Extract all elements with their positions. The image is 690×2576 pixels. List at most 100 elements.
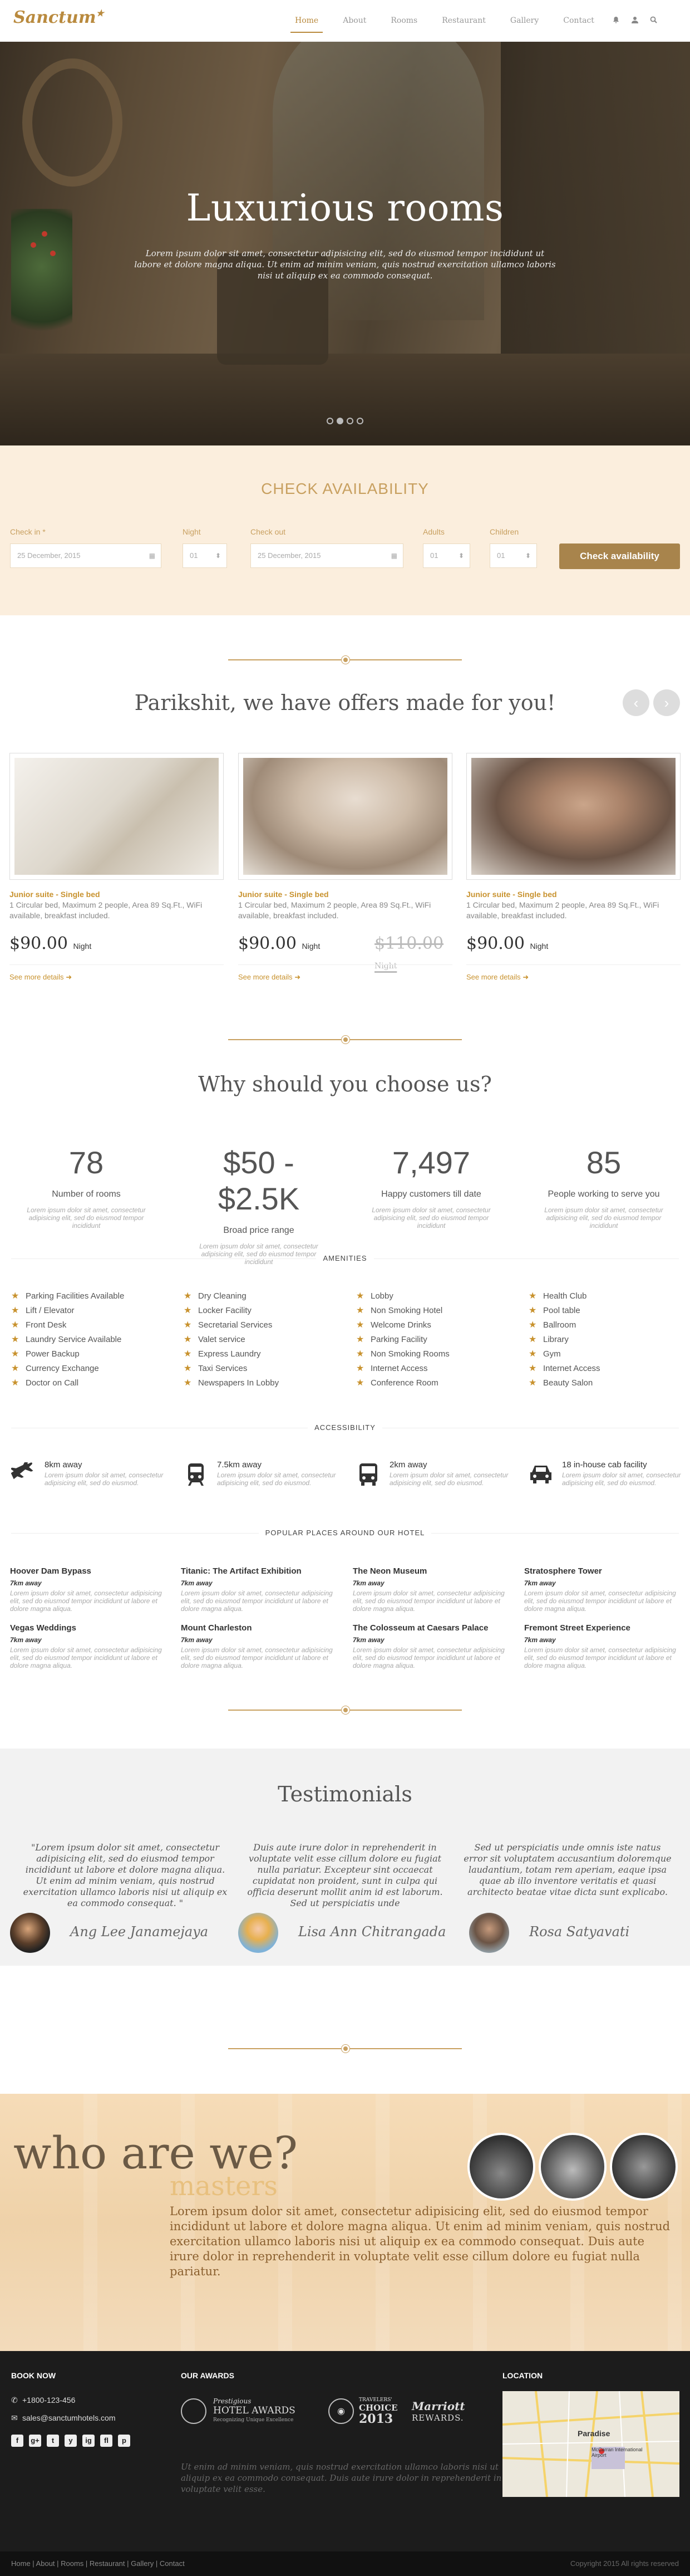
- offers-next-button[interactable]: ›: [653, 689, 680, 716]
- nav-restaurant[interactable]: Restaurant: [430, 0, 498, 42]
- place-text: Lorem ipsum dolor sit amet, consectetur …: [353, 1646, 505, 1669]
- nav-rooms[interactable]: Rooms: [378, 0, 430, 42]
- see-more-text[interactable]: See more details: [238, 973, 293, 981]
- search-icon[interactable]: [644, 0, 663, 42]
- phone-line[interactable]: ✆ +1800-123-456: [11, 2396, 75, 2405]
- car-icon: [529, 1462, 553, 1485]
- slider-dot[interactable]: [347, 418, 353, 424]
- bell-icon[interactable]: [607, 0, 625, 42]
- checkout-label: Check out: [250, 527, 286, 536]
- amenity-item: Front Desk: [11, 1318, 161, 1333]
- place-title: Titanic: The Artifact Exhibition: [181, 1566, 302, 1576]
- amenity-item: Valet service: [184, 1333, 334, 1347]
- slider-dot[interactable]: [327, 418, 333, 424]
- room-image[interactable]: [9, 753, 224, 880]
- hero-flower: [31, 242, 36, 248]
- bus-icon: [356, 1462, 381, 1486]
- hero-floor-image: [0, 354, 690, 445]
- see-more-link[interactable]: See more details ➜: [9, 973, 72, 982]
- instagram-icon[interactable]: ig: [82, 2435, 95, 2447]
- children-select[interactable]: 01 ⬍: [490, 543, 537, 568]
- section-divider: [228, 656, 462, 664]
- about-text: Lorem ipsum dolor sit amet, consectetur …: [170, 2205, 671, 2278]
- flickr-icon[interactable]: fl: [100, 2435, 112, 2447]
- nav-gallery[interactable]: Gallery: [498, 0, 551, 42]
- night-select[interactable]: 01 ⬍: [183, 543, 227, 568]
- offer-title[interactable]: Junior suite - Single bed: [466, 890, 557, 899]
- checkin-field[interactable]: 25 December, 2015 ▦: [10, 543, 161, 568]
- access-title: 2km away: [390, 1460, 427, 1470]
- map-label-city: Paradise: [578, 2429, 610, 2438]
- adults-select[interactable]: 01 ⬍: [423, 543, 470, 568]
- offer-price: $90.00 Night: [238, 934, 320, 953]
- amenity-item: Parking Facility: [356, 1333, 506, 1347]
- location-map[interactable]: Paradise McCarran International Airport: [502, 2391, 679, 2497]
- arrow-right-icon: ➜: [523, 973, 529, 981]
- section-divider: [228, 1706, 462, 1714]
- check-availability-button[interactable]: Check availability: [559, 543, 680, 569]
- access-text: Lorem ipsum dolor sit amet, consectetur …: [217, 1471, 336, 1487]
- offer-title[interactable]: Junior suite - Single bed: [238, 890, 329, 899]
- stat-price-range: $50 - $2.5K Broad price range Lorem ipsu…: [184, 1144, 334, 1266]
- offer-card[interactable]: Junior suite - Single bed 1 Circular bed…: [466, 753, 681, 992]
- testimonial-quote: Sed ut perspiciatis unde omnis iste natu…: [464, 1842, 672, 1897]
- logo[interactable]: Sanctum★: [13, 8, 104, 27]
- phone-icon: ✆: [11, 2396, 18, 2404]
- logo-text[interactable]: Sanctum: [13, 8, 96, 27]
- amenity-item: Taxi Services: [184, 1362, 334, 1376]
- arrow-right-icon: ➜: [294, 973, 301, 981]
- offer-card[interactable]: Junior suite - Single bed 1 Circular bed…: [9, 753, 224, 992]
- nav-contact[interactable]: Contact: [551, 0, 607, 42]
- place-text: Lorem ipsum dolor sit amet, consectetur …: [10, 1589, 162, 1613]
- user-icon[interactable]: [625, 0, 644, 42]
- place-item: Mount Charleston 7km away Lorem ipsum do…: [181, 1623, 342, 1669]
- social-links: f g+ t y ig fl p: [11, 2435, 130, 2447]
- amenity-item: Dry Cleaning: [184, 1289, 334, 1304]
- twitter-icon[interactable]: t: [47, 2435, 59, 2447]
- footer-links[interactable]: Home | About | Rooms | Restaurant | Gall…: [11, 2559, 185, 2568]
- see-more-link[interactable]: See more details ➜: [238, 973, 300, 982]
- offer-title[interactable]: Junior suite - Single bed: [9, 890, 100, 899]
- place-title: Fremont Street Experience: [524, 1623, 630, 1633]
- google-plus-icon[interactable]: g+: [29, 2435, 41, 2447]
- slider-dot-active[interactable]: [337, 418, 343, 424]
- stat-number: 7,497: [392, 1145, 471, 1180]
- pinterest-icon[interactable]: p: [118, 2435, 130, 2447]
- room-image[interactable]: [466, 753, 681, 880]
- see-more-text[interactable]: See more details: [9, 973, 64, 981]
- room-image[interactable]: [238, 753, 452, 880]
- access-text: Lorem ipsum dolor sit amet, consectetur …: [562, 1471, 681, 1487]
- offers-prev-button[interactable]: ‹: [623, 689, 649, 716]
- hero-title: Luxurious rooms: [186, 187, 504, 229]
- amenity-item: Doctor on Call: [11, 1376, 161, 1390]
- accessibility-heading: ACCESSIBILITY: [0, 1423, 690, 1432]
- price-value: $90.00: [466, 934, 525, 953]
- arrow-right-icon: ➜: [66, 973, 72, 981]
- nav-about[interactable]: About: [331, 0, 378, 42]
- slider-dot[interactable]: [357, 418, 363, 424]
- facebook-icon[interactable]: f: [11, 2435, 23, 2447]
- offer-card[interactable]: Junior suite - Single bed 1 Circular bed…: [238, 753, 452, 992]
- place-distance: 7km away: [181, 1636, 213, 1644]
- email-address[interactable]: sales@sanctumhotels.com: [22, 2413, 116, 2422]
- amenities-column: Dry Cleaning Locker Facility Secretarial…: [184, 1289, 334, 1390]
- old-price: $110.00 Night: [374, 934, 452, 973]
- checkin-value: 25 December, 2015: [17, 551, 81, 560]
- hero-mirror-image: [22, 58, 122, 187]
- access-title: 18 in-house cab facility: [562, 1460, 647, 1470]
- phone-number[interactable]: +1800-123-456: [22, 2396, 75, 2404]
- see-more-text[interactable]: See more details: [466, 973, 521, 981]
- checkout-field[interactable]: 25 December, 2015 ▦: [250, 543, 403, 568]
- about-photo: [610, 2133, 678, 2201]
- email-line[interactable]: ✉ sales@sanctumhotels.com: [11, 2413, 116, 2423]
- place-item: Fremont Street Experience 7km away Lorem…: [524, 1623, 686, 1669]
- access-text: Lorem ipsum dolor sit amet, consectetur …: [390, 1471, 509, 1487]
- see-more-link[interactable]: See more details ➜: [466, 973, 529, 982]
- youtube-icon[interactable]: y: [65, 2435, 77, 2447]
- amenity-item: Currency Exchange: [11, 1362, 161, 1376]
- nav-home[interactable]: Home: [283, 0, 331, 42]
- adults-label: Adults: [423, 527, 445, 536]
- place-text: Lorem ipsum dolor sit amet, consectetur …: [524, 1646, 676, 1669]
- offer-description: 1 Circular bed, Maximum 2 people, Area 8…: [238, 900, 431, 920]
- bottom-bar: Home | About | Rooms | Restaurant | Gall…: [0, 2551, 690, 2576]
